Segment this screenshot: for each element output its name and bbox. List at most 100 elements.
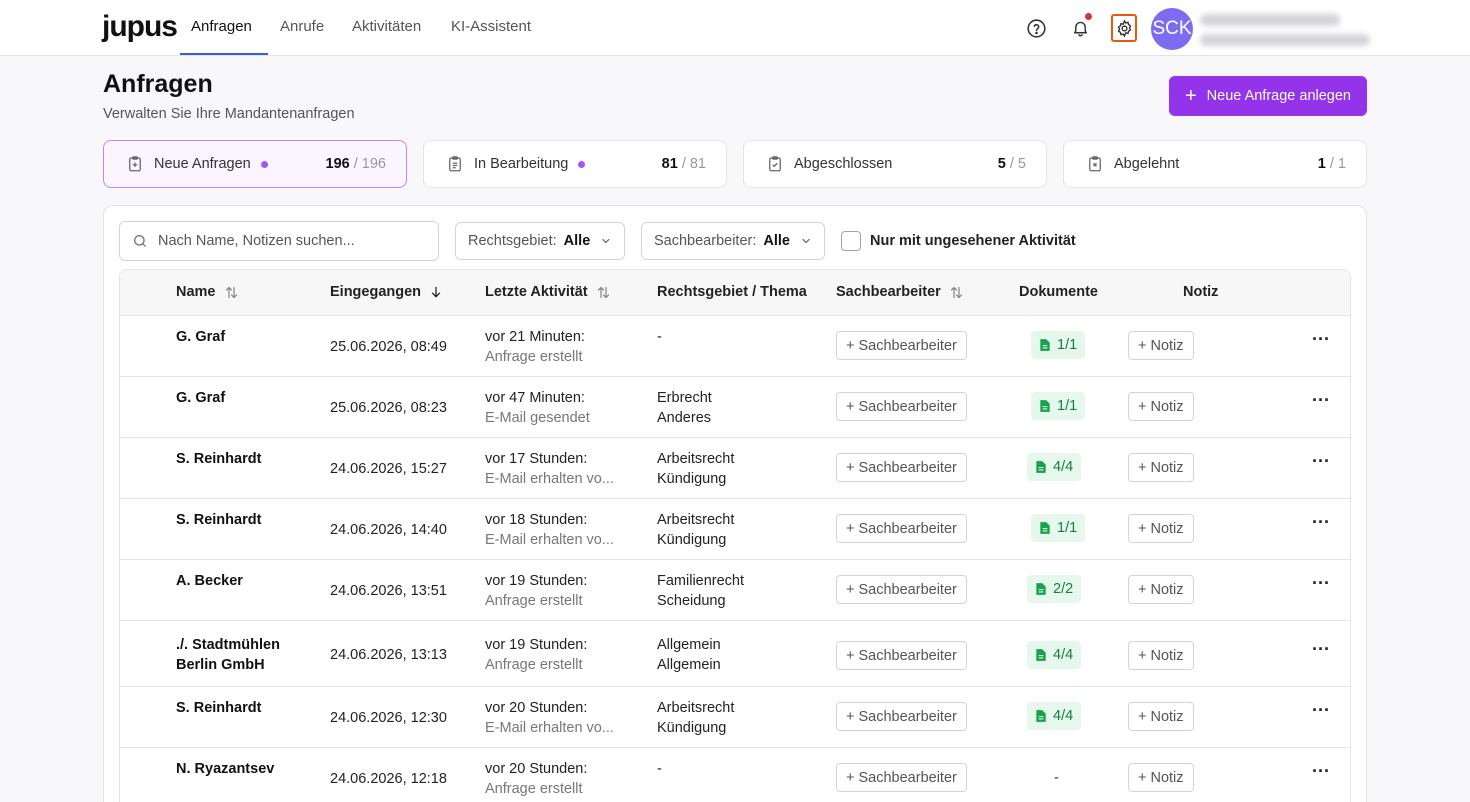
assign-sachbearbeiter-button[interactable]: + Sachbearbeiter (836, 575, 967, 604)
assign-sachbearbeiter-button[interactable]: + Sachbearbeiter (836, 331, 967, 360)
documents-badge[interactable]: 1/1 (1031, 331, 1086, 359)
search-field[interactable] (119, 221, 439, 261)
status-card-abgelehnt[interactable]: Abgelehnt 1 / 1 (1063, 140, 1367, 188)
table-row[interactable]: S. Reinhardt 24.06.2026, 14:40 vor 18 Stun… (120, 499, 1350, 560)
documents-badge[interactable]: 1/1 (1031, 514, 1086, 542)
document-icon (1040, 522, 1050, 534)
add-note-button[interactable]: + Notiz (1128, 575, 1194, 604)
requester-name: ./. Stadtmühlen Berlin GmbH (176, 637, 280, 673)
received-date: 25.06.2026, 08:23 (330, 400, 447, 416)
status-card-abgeschlossen[interactable]: Abgeschlossen 5 / 5 (743, 140, 1047, 188)
table-row[interactable]: A. Becker 24.06.2026, 13:51 vor 19 Stunden… (120, 560, 1350, 621)
nav-tab-anfragen[interactable]: Anfragen (191, 18, 252, 35)
received-date: 24.06.2026, 15:27 (330, 461, 447, 477)
legal-area: - (657, 761, 662, 777)
status-card-count: 1 / 1 (1317, 156, 1346, 172)
sachbearbeiter-filter-label: Sachbearbeiter: (654, 233, 757, 249)
unseen-activity-filter[interactable]: Nur mit ungesehener Aktivität (841, 231, 1076, 251)
add-note-button[interactable]: + Notiz (1128, 763, 1194, 792)
assign-sachbearbeiter-button[interactable]: + Sachbearbeiter (836, 392, 967, 421)
requester-name: A. Becker (176, 573, 243, 589)
documents-badge[interactable]: 4/4 (1027, 702, 1082, 730)
more-options-button[interactable]: ··· (1312, 451, 1330, 472)
column-header-eingegangen[interactable]: Eingegangen (330, 284, 443, 300)
sort-icon (597, 286, 609, 298)
table-row[interactable]: G. Graf 25.06.2026, 08:49 vor 21 Minuten: A… (120, 316, 1350, 377)
last-activity: vor 20 Stunden: E-Mail erhalten vo... (485, 700, 614, 736)
status-card-in-bearbeitung[interactable]: In Bearbeitung 81 / 81 (423, 140, 727, 188)
more-options-button[interactable]: ··· (1312, 390, 1330, 411)
table-row[interactable]: ./. Stadtmühlen Berlin GmbH 24.06.2026, 13… (120, 621, 1350, 687)
requester-name: S. Reinhardt (176, 451, 262, 467)
notifications-button[interactable] (1068, 13, 1092, 41)
table-header: Name Eingegangen Letzte Aktivität Rechts… (120, 270, 1350, 316)
column-header-sachbearbeiter[interactable]: Sachbearbeiter (836, 284, 964, 300)
last-activity: vor 47 Minuten: E-Mail gesendet (485, 390, 590, 426)
requests-table: Name Eingegangen Letzte Aktivität Rechts… (119, 269, 1351, 802)
settings-button[interactable] (1111, 14, 1137, 42)
documents-badge[interactable]: 1/1 (1031, 392, 1086, 420)
help-button[interactable] (1024, 15, 1048, 41)
legal-area: Arbeitsrecht Kündigung (657, 451, 735, 487)
user-avatar[interactable]: SCK (1151, 8, 1193, 50)
unseen-dot (260, 160, 268, 168)
requester-name: N. Ryazantsev (176, 761, 275, 777)
status-card-label: In Bearbeitung (474, 156, 569, 172)
add-note-button[interactable]: + Notiz (1128, 702, 1194, 731)
more-options-button[interactable]: ··· (1312, 512, 1330, 533)
add-note-button[interactable]: + Notiz (1128, 514, 1194, 543)
sachbearbeiter-filter-value: Alle (763, 233, 790, 249)
search-input[interactable] (158, 233, 418, 249)
document-icon (1040, 400, 1050, 412)
add-note-button[interactable]: + Notiz (1128, 453, 1194, 482)
account-info-redacted[interactable] (1200, 14, 1370, 54)
assign-sachbearbeiter-button[interactable]: + Sachbearbeiter (836, 763, 967, 792)
new-request-button[interactable]: + Neue Anfrage anlegen (1169, 76, 1367, 116)
rechtsgebiet-filter-label: Rechtsgebiet: (468, 233, 557, 249)
assign-sachbearbeiter-button[interactable]: + Sachbearbeiter (836, 453, 967, 482)
table-row[interactable]: S. Reinhardt 24.06.2026, 12:30 vor 20 Stun… (120, 687, 1350, 748)
documents-empty: - (1054, 770, 1059, 786)
sachbearbeiter-filter[interactable]: Sachbearbeiter: Alle (641, 222, 825, 260)
status-card-count: 196 / 196 (325, 156, 386, 172)
table-row[interactable]: G. Graf 25.06.2026, 08:23 vor 47 Minuten: E… (120, 377, 1350, 438)
nav-tab-aktivitaeten[interactable]: Aktivitäten (352, 18, 421, 35)
more-options-button[interactable]: ··· (1312, 329, 1330, 350)
column-header-letzte-aktivitaet[interactable]: Letzte Aktivität (485, 284, 611, 300)
documents-badge[interactable]: 2/2 (1027, 575, 1082, 603)
more-options-button[interactable]: ··· (1312, 573, 1330, 594)
requester-name: S. Reinhardt (176, 512, 262, 528)
documents-badge[interactable]: 4/4 (1027, 641, 1082, 669)
assign-sachbearbeiter-button[interactable]: + Sachbearbeiter (836, 641, 967, 670)
unseen-activity-checkbox[interactable] (841, 231, 861, 251)
more-options-button[interactable]: ··· (1312, 639, 1330, 660)
nav-tab-ki-assistent[interactable]: KI-Assistent (451, 18, 531, 35)
add-note-button[interactable]: + Notiz (1128, 331, 1194, 360)
column-header-rechtsgebiet: Rechtsgebiet / Thema (657, 284, 807, 300)
clipboard-x-icon (1089, 156, 1101, 172)
table-row[interactable]: S. Reinhardt 24.06.2026, 15:27 vor 17 Stun… (120, 438, 1350, 499)
rechtsgebiet-filter[interactable]: Rechtsgebiet: Alle (455, 222, 625, 260)
app-logo[interactable]: jupus (102, 10, 178, 44)
received-date: 24.06.2026, 13:13 (330, 647, 447, 663)
assign-sachbearbeiter-button[interactable]: + Sachbearbeiter (836, 514, 967, 543)
status-card-neue-anfragen[interactable]: Neue Anfragen 196 / 196 (103, 140, 407, 188)
clipboard-check-icon (769, 156, 781, 172)
document-icon (1036, 583, 1046, 595)
requester-name: S. Reinhardt (176, 700, 262, 716)
legal-area: Arbeitsrecht Kündigung (657, 700, 735, 736)
legal-area: Arbeitsrecht Kündigung (657, 512, 735, 548)
nav-tab-anrufe[interactable]: Anrufe (280, 18, 324, 35)
table-row[interactable]: N. Ryazantsev 24.06.2026, 12:18 vor 20 Stu… (120, 748, 1350, 802)
add-note-button[interactable]: + Notiz (1128, 641, 1194, 670)
add-note-button[interactable]: + Notiz (1128, 392, 1194, 421)
chevron-down-icon (602, 238, 610, 244)
page-title: Anfragen (103, 70, 213, 98)
status-card-label: Abgeschlossen (794, 156, 893, 172)
column-header-name[interactable]: Name (176, 284, 239, 300)
more-options-button[interactable]: ··· (1312, 700, 1330, 721)
received-date: 24.06.2026, 13:51 (330, 583, 447, 599)
assign-sachbearbeiter-button[interactable]: + Sachbearbeiter (836, 702, 967, 731)
documents-badge[interactable]: 4/4 (1027, 453, 1082, 481)
more-options-button[interactable]: ··· (1312, 761, 1330, 782)
